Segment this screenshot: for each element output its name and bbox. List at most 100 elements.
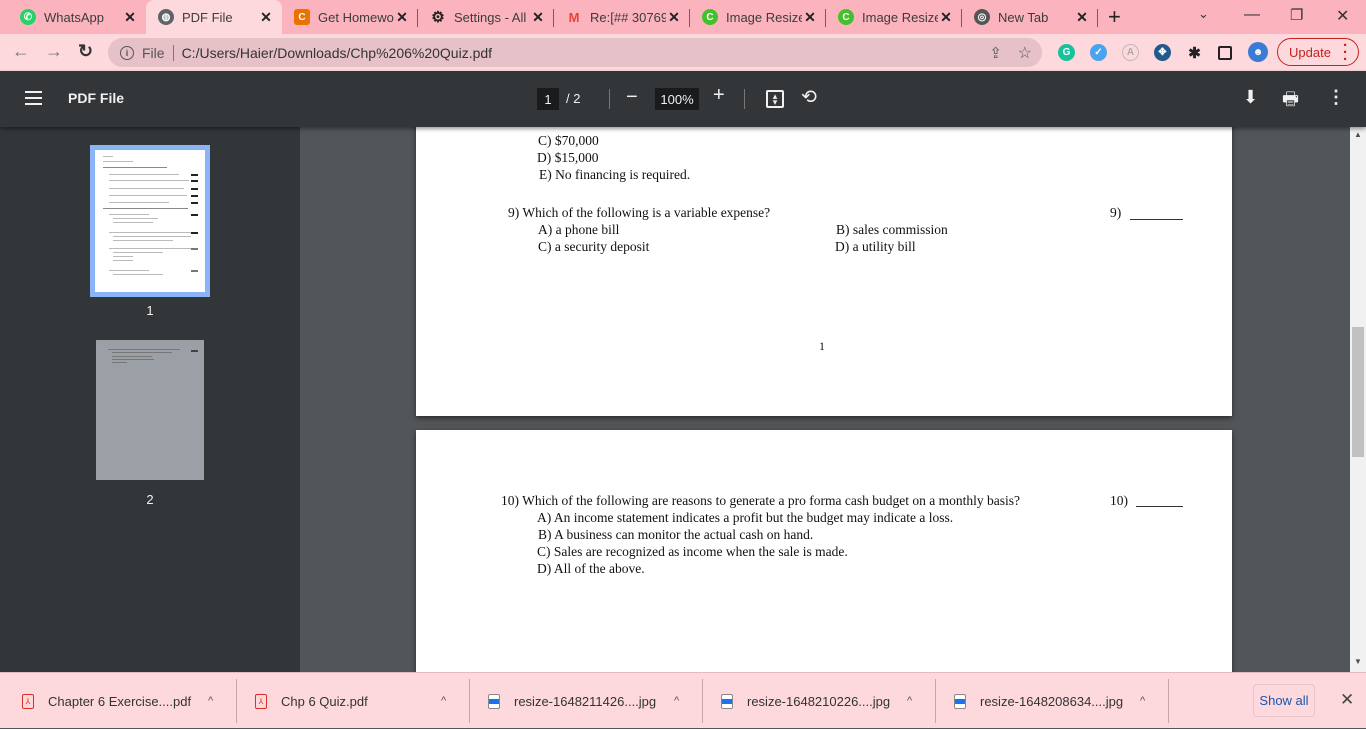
- scroll-down-icon[interactable]: ▼: [1354, 657, 1362, 666]
- option-text: B) A business can monitor the actual cas…: [538, 527, 814, 542]
- thumbnail-page-1[interactable]: [90, 145, 210, 297]
- option-text: C) a security deposit: [538, 239, 650, 254]
- url-text[interactable]: C:/Users/Haier/Downloads/Chp%206%20Quiz.…: [182, 45, 492, 61]
- option-text: C) $70,000: [538, 133, 599, 148]
- side-panel-icon[interactable]: [1218, 46, 1232, 60]
- share-icon[interactable]: ⇪: [989, 44, 1002, 62]
- tab-get-homework[interactable]: C Get Homewo ✕: [282, 0, 418, 34]
- tab-gmail[interactable]: M Re:[## 30769 ✕: [554, 0, 690, 34]
- divider: [172, 44, 174, 61]
- whatsapp-icon: ✆: [20, 9, 36, 25]
- divider: [935, 679, 936, 723]
- close-icon[interactable]: ✕: [530, 9, 546, 26]
- close-icon[interactable]: ✕: [394, 9, 410, 26]
- minimize-button[interactable]: —: [1244, 6, 1260, 24]
- chegg-icon: C: [294, 9, 310, 25]
- info-icon[interactable]: i: [120, 45, 134, 60]
- reload-button[interactable]: ↻: [78, 41, 93, 62]
- more-options-icon[interactable]: ⋮: [1327, 87, 1345, 108]
- gmail-icon: M: [568, 9, 580, 25]
- puzzle-extensions-icon[interactable]: ✱: [1186, 44, 1203, 62]
- menu-icon[interactable]: [25, 91, 42, 105]
- pdf-toolbar: PDF File 1 / 2 − 100% + ▴ ▾ ⟲ ⬇ 🖶 ⋮: [0, 71, 1366, 127]
- tab-label: PDF File: [182, 9, 233, 25]
- scroll-up-icon[interactable]: ▲: [1354, 130, 1362, 139]
- vertical-scrollbar[interactable]: ▲ ▼: [1350, 127, 1366, 672]
- image-file-icon: [488, 693, 500, 709]
- thumbnail-label: 2: [146, 492, 154, 507]
- tab-label: Re:[## 30769: [590, 9, 666, 25]
- fit-to-page-icon[interactable]: ▴ ▾: [766, 90, 784, 108]
- new-tab-button[interactable]: +: [1108, 4, 1121, 30]
- grammarly-icon[interactable]: G: [1058, 44, 1075, 61]
- print-icon[interactable]: 🖶: [1282, 87, 1299, 117]
- rotate-icon[interactable]: ⟲: [801, 86, 817, 109]
- tab-image-resizer[interactable]: C Image Resizer ✕: [690, 0, 826, 34]
- chrome-icon: ◎: [974, 9, 990, 25]
- tab-whatsapp[interactable]: ✆ WhatsApp ✕: [8, 0, 146, 34]
- answer-blank: [1130, 219, 1183, 220]
- chevron-up-icon[interactable]: ^: [907, 695, 912, 707]
- chevron-up-icon[interactable]: ^: [441, 695, 446, 707]
- chevron-up-icon[interactable]: ^: [674, 695, 679, 707]
- profile-avatar[interactable]: ☻: [1248, 42, 1268, 62]
- download-item[interactable]: ⅄ Chp 6 Quiz.pdf ^: [255, 673, 470, 729]
- chevron-up-icon[interactable]: ^: [208, 695, 213, 707]
- thumbnail-sidebar: 1 2: [0, 127, 300, 672]
- document-viewer[interactable]: B) $52,500 C) $70,000 D) $15,000 E) No f…: [300, 127, 1350, 672]
- show-all-button[interactable]: Show all: [1253, 684, 1315, 717]
- close-icon[interactable]: ✕: [258, 9, 274, 26]
- tab-search-icon[interactable]: ⌄: [1198, 6, 1209, 22]
- update-button[interactable]: Update · · ·: [1277, 38, 1359, 67]
- option-text: A) An income statement indicates a profi…: [537, 510, 954, 525]
- scrollbar-thumb[interactable]: [1352, 327, 1364, 457]
- download-icon[interactable]: ⬇: [1243, 87, 1258, 108]
- page-number-input[interactable]: 1: [537, 88, 559, 110]
- download-item[interactable]: resize-1648211426....jpg ^: [488, 673, 703, 729]
- image-resizer-icon: C: [838, 9, 854, 25]
- option-text: D) a utility bill: [835, 239, 916, 254]
- option-text: E) No financing is required.: [539, 167, 691, 182]
- back-button[interactable]: ←: [12, 41, 30, 62]
- close-window-button[interactable]: ✕: [1336, 6, 1349, 26]
- download-item[interactable]: resize-1648208634....jpg ^: [954, 673, 1169, 729]
- download-item[interactable]: ⅄ Chapter 6 Exercise....pdf ^: [22, 673, 237, 729]
- answer-number: 10): [1110, 493, 1128, 508]
- option-text: C) Sales are recognized as income when t…: [537, 544, 848, 559]
- address-bar[interactable]: i File C:/Users/Haier/Downloads/Chp%206%…: [108, 38, 1042, 67]
- pdf-title: PDF File: [68, 90, 125, 106]
- tab-settings[interactable]: ⚙ Settings - All ✕: [418, 0, 554, 34]
- tab-new-tab[interactable]: ◎ New Tab ✕: [962, 0, 1098, 34]
- download-item[interactable]: resize-1648210226....jpg ^: [721, 673, 936, 729]
- thumbnail-page-2[interactable]: [96, 340, 204, 480]
- close-icon[interactable]: ✕: [122, 9, 138, 26]
- chevron-up-icon[interactable]: ^: [1140, 695, 1145, 707]
- download-filename: Chapter 6 Exercise....pdf: [48, 693, 192, 709]
- tab-image-resizer[interactable]: C Image Resizer ✕: [826, 0, 962, 34]
- download-filename: Chp 6 Quiz.pdf: [281, 693, 368, 709]
- tab-strip: ✆ WhatsApp ✕ ◍ PDF File ✕ C Get Homewo ✕…: [0, 0, 1366, 34]
- bookmark-star-icon[interactable]: ☆: [1018, 43, 1032, 63]
- close-downloads-icon[interactable]: ✕: [1340, 690, 1354, 710]
- download-filename: resize-1648210226....jpg: [747, 693, 891, 709]
- close-icon[interactable]: ✕: [1074, 9, 1090, 26]
- divider: [702, 679, 703, 723]
- restore-button[interactable]: ❐: [1290, 6, 1303, 24]
- close-icon[interactable]: ✕: [802, 9, 818, 26]
- zoom-in-button[interactable]: +: [713, 84, 725, 107]
- close-icon[interactable]: ✕: [938, 9, 954, 26]
- forward-button[interactable]: →: [45, 41, 63, 62]
- tab-label: Get Homewo: [318, 9, 394, 25]
- divider: [469, 679, 470, 723]
- close-icon[interactable]: ✕: [666, 9, 682, 26]
- tab-pdf-file[interactable]: ◍ PDF File ✕: [146, 0, 282, 34]
- zoom-level-input[interactable]: 100%: [655, 88, 699, 110]
- extension-icon[interactable]: ✥: [1154, 44, 1171, 61]
- extension-icon[interactable]: ✓: [1090, 44, 1107, 61]
- extension-icon[interactable]: A: [1122, 44, 1139, 61]
- pdf-page-2: 10) Which of the following are reasons t…: [416, 430, 1232, 672]
- zoom-out-button[interactable]: −: [626, 86, 638, 109]
- globe-icon: ◍: [158, 9, 174, 25]
- tab-label: New Tab: [998, 9, 1049, 25]
- gear-icon: ⚙: [431, 9, 445, 26]
